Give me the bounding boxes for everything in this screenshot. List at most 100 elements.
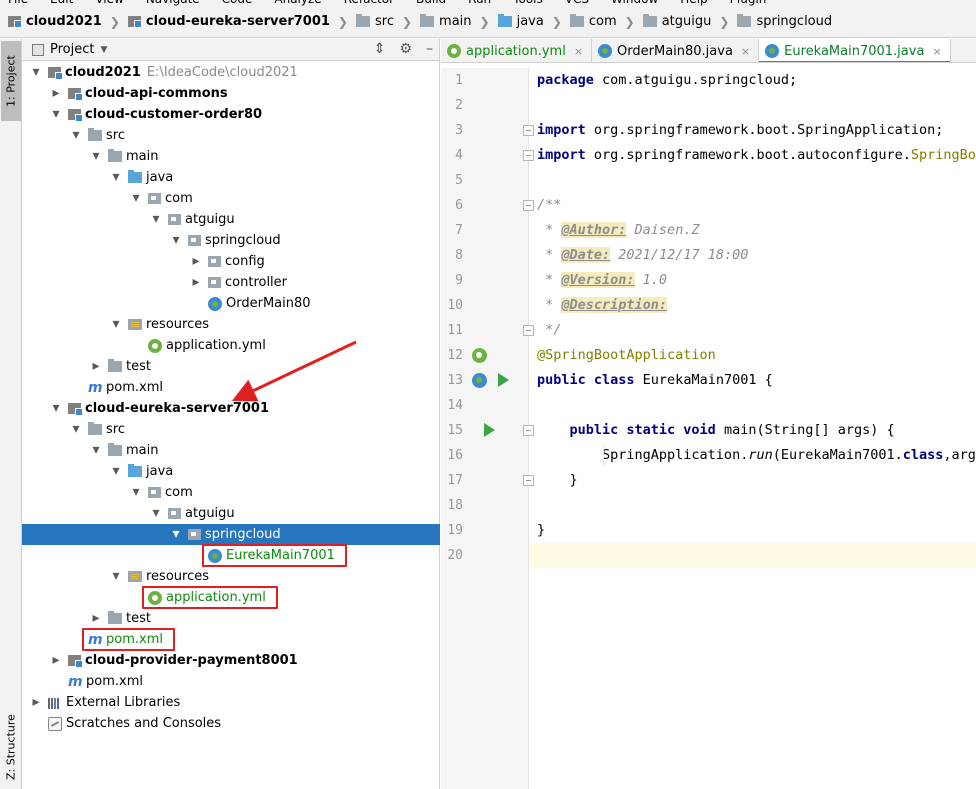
breadcrumb-item[interactable]: com ❯ xyxy=(562,6,635,37)
tree-item-content: com xyxy=(148,482,193,503)
chevron-down-icon[interactable]: ▾ xyxy=(110,566,122,587)
fold-marker-icon[interactable] xyxy=(523,325,534,336)
chevron-down-icon[interactable]: ▾ xyxy=(130,482,142,503)
tree-item[interactable]: application.yml xyxy=(22,335,440,356)
tree-item[interactable]: ▸ External Libraries xyxy=(22,692,440,713)
breadcrumb-item[interactable]: main ❯ xyxy=(412,6,490,37)
tree-item[interactable]: m pom.xml xyxy=(22,377,440,398)
tree-item[interactable]: ▾ com xyxy=(22,482,440,503)
chevron-down-icon[interactable]: ▾ xyxy=(70,125,82,146)
close-icon[interactable]: × xyxy=(741,45,750,58)
project-view-selector[interactable]: Project ▼ xyxy=(32,42,107,57)
hide-panel-icon[interactable]: – xyxy=(426,41,433,57)
tree-item[interactable]: ▾ springcloud xyxy=(22,524,440,545)
tree-item-path: E:\IdeaCode\cloud2021 xyxy=(146,65,298,80)
code-line: /** xyxy=(537,193,561,218)
tree-item[interactable]: ▸ cloud-api-commons xyxy=(22,83,440,104)
code-token: * xyxy=(537,247,562,263)
code-area[interactable]: 1 2 3 4 5 6 7 8 9 10 11 12 13 14 15 16 17 18 19 20 package … xyxy=(441,68,976,789)
chevron-right-icon[interactable]: ▸ xyxy=(90,608,102,629)
chevron-right-icon[interactable]: ▸ xyxy=(50,650,62,671)
chevron-right-icon[interactable]: ▸ xyxy=(90,356,102,377)
chevron-down-icon[interactable]: ▾ xyxy=(110,461,122,482)
fold-marker-icon[interactable] xyxy=(523,200,534,211)
chevron-down-icon[interactable]: ▾ xyxy=(50,398,62,419)
chevron-down-icon[interactable]: ▾ xyxy=(150,209,162,230)
chevron-right-icon[interactable]: ▸ xyxy=(30,692,42,713)
spring-config-icon xyxy=(148,590,162,605)
breadcrumb-item[interactable]: cloud2021 ❯ xyxy=(0,6,120,37)
chevron-down-icon[interactable]: ▾ xyxy=(110,314,122,335)
spring-bean-icon[interactable] xyxy=(472,348,487,363)
breadcrumb-item[interactable]: src ❯ xyxy=(348,6,412,37)
tree-item[interactable]: Scratches and Consoles xyxy=(22,713,440,734)
chevron-down-icon[interactable]: ▾ xyxy=(90,440,102,461)
tree-item[interactable]: ▾ resources xyxy=(22,566,440,587)
collapse-all-icon[interactable]: ⇕ xyxy=(374,41,386,57)
tree-item[interactable]: ▾ main xyxy=(22,440,440,461)
tree-item[interactable]: m pom.xml xyxy=(22,671,440,692)
chevron-right-icon[interactable]: ▸ xyxy=(50,83,62,104)
chevron-right-icon[interactable]: ▸ xyxy=(190,251,202,272)
tree-item[interactable]: ▸ cloud-provider-payment8001 xyxy=(22,650,440,671)
editor-tab[interactable]: EurekaMain7001.java × xyxy=(759,39,951,62)
breadcrumb-item[interactable]: cloud-eureka-server7001 ❯ xyxy=(120,6,348,37)
tree-item[interactable]: ▾ java xyxy=(22,167,440,188)
chevron-down-icon[interactable]: ▾ xyxy=(170,230,182,251)
tree-item[interactable]: ▸ config xyxy=(22,251,440,272)
chevron-down-icon[interactable]: ▾ xyxy=(30,62,42,83)
tree-item[interactable]: ▸ controller xyxy=(22,272,440,293)
code-token: class xyxy=(902,447,944,463)
fold-marker-icon[interactable] xyxy=(523,425,534,436)
tree-item[interactable]: ▾ main xyxy=(22,146,440,167)
tree-item-content: m pom.xml xyxy=(88,629,163,650)
close-icon[interactable]: × xyxy=(932,45,941,58)
tree-item[interactable]: ▾ src xyxy=(22,125,440,146)
tree-item[interactable]: application.yml xyxy=(22,587,440,608)
tree-item[interactable]: ▾ atguigu xyxy=(22,209,440,230)
chevron-down-icon[interactable]: ▾ xyxy=(50,104,62,125)
breadcrumb-item[interactable]: java ❯ xyxy=(490,6,562,37)
code-line: * @Version: 1.0 xyxy=(537,268,667,293)
tree-item[interactable]: ▾ springcloud xyxy=(22,230,440,251)
tree-item[interactable]: ▸ test xyxy=(22,608,440,629)
tree-item[interactable]: ▾ src xyxy=(22,419,440,440)
fold-marker-icon[interactable] xyxy=(523,475,534,486)
tree-item[interactable]: ▸ test xyxy=(22,356,440,377)
spring-boot-run-icon[interactable] xyxy=(472,373,487,388)
chevron-down-icon[interactable]: ▾ xyxy=(170,524,182,545)
tree-item[interactable]: ▾ cloud-eureka-server7001 xyxy=(22,398,440,419)
run-icon[interactable] xyxy=(498,373,509,387)
close-icon[interactable]: × xyxy=(574,45,583,58)
breadcrumb-label: com xyxy=(588,14,617,29)
tree-item[interactable]: ▾ atguigu xyxy=(22,503,440,524)
fold-marker-icon[interactable] xyxy=(523,150,534,161)
tree-item[interactable]: ▾ resources xyxy=(22,314,440,335)
tree-item[interactable]: ▾ com xyxy=(22,188,440,209)
tree-item[interactable]: m pom.xml xyxy=(22,629,440,650)
tool-window-project-button[interactable]: 1: Project xyxy=(1,41,21,121)
fold-marker-icon[interactable] xyxy=(523,125,534,136)
breadcrumb-item[interactable]: springcloud xyxy=(729,6,832,37)
chevron-down-icon[interactable]: ▾ xyxy=(70,419,82,440)
tree-item[interactable]: EurekaMain7001 xyxy=(22,545,440,566)
gear-icon[interactable]: ⚙ xyxy=(399,41,412,57)
tree-item-content: cloud-customer-order80 xyxy=(68,104,262,125)
tree-item[interactable]: ▾ cloud2021 E:\IdeaCode\cloud2021 xyxy=(22,62,440,83)
line-number: 9 xyxy=(455,273,463,288)
package-icon xyxy=(148,487,161,498)
chevron-down-icon[interactable]: ▾ xyxy=(110,167,122,188)
editor-tab[interactable]: OrderMain80.java × xyxy=(592,39,760,62)
chevron-down-icon[interactable]: ▾ xyxy=(130,188,142,209)
editor-tab[interactable]: application.yml × xyxy=(441,39,593,62)
tree-item[interactable]: ▾ java xyxy=(22,461,440,482)
tree-item[interactable]: OrderMain80 xyxy=(22,293,440,314)
chevron-right-icon[interactable]: ▸ xyxy=(190,272,202,293)
breadcrumb-item[interactable]: atguigu ❯ xyxy=(635,6,729,37)
tool-window-structure-button[interactable]: Z: Structure xyxy=(1,707,21,787)
chevron-down-icon[interactable]: ▾ xyxy=(90,146,102,167)
tree-item[interactable]: ▾ cloud-customer-order80 xyxy=(22,104,440,125)
chevron-down-icon[interactable]: ▾ xyxy=(150,503,162,524)
run-icon[interactable] xyxy=(484,423,495,437)
